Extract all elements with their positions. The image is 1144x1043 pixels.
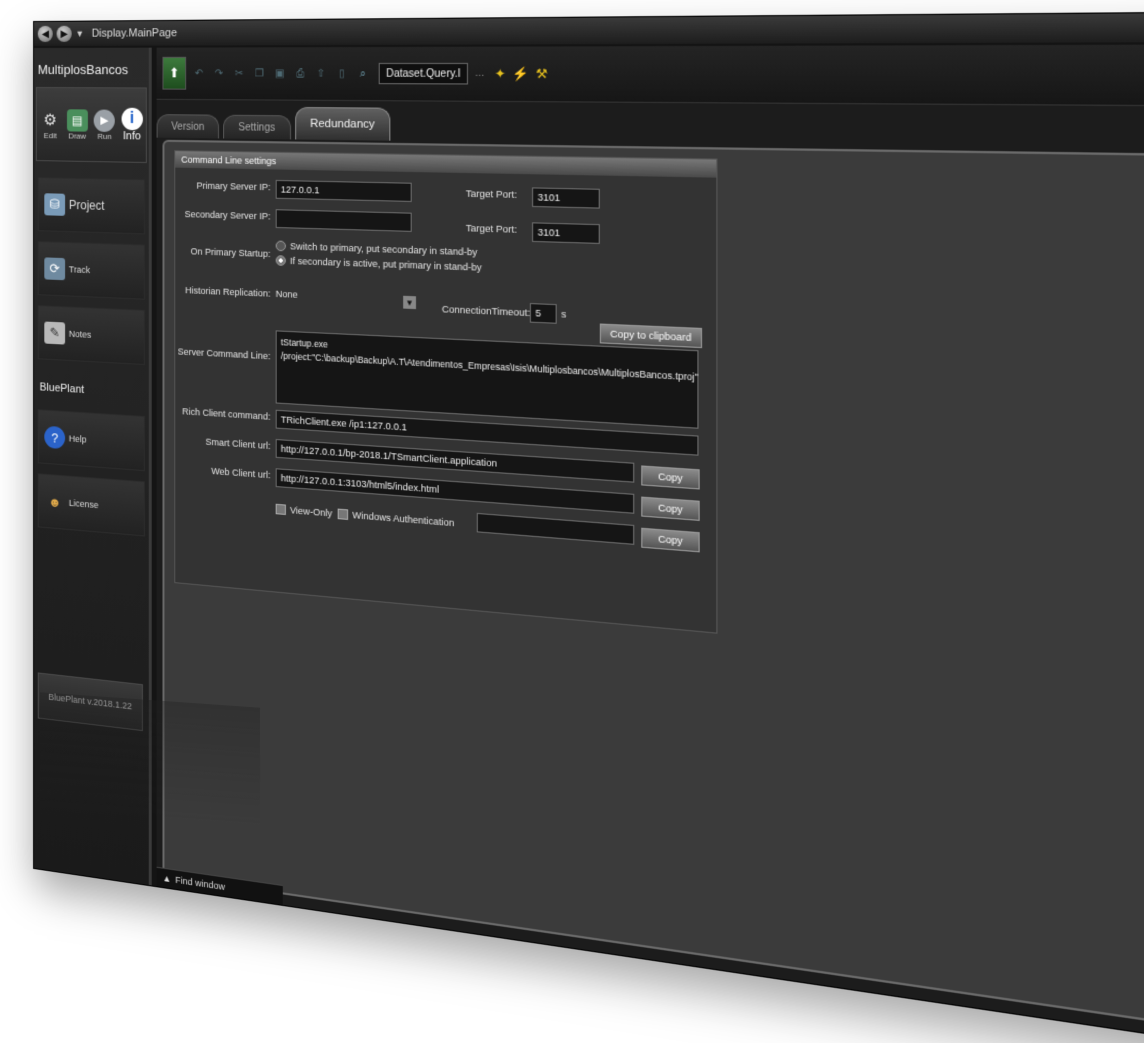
main-toolbar: ⬆ ↶ ↷ ✂ ❐ ▣ ⎙ ⇧ ▯ ⌕ Dataset.Query.I … ✦ … (156, 44, 1144, 107)
panel-header: Command Line settings (175, 151, 717, 178)
help-icon: ? (44, 425, 66, 450)
query-combo[interactable]: Dataset.Query.I (378, 62, 469, 85)
smart-client-label: Smart Client url: (205, 436, 271, 452)
view-only-label: View-Only (290, 504, 333, 519)
page-icon[interactable]: ▯ (335, 66, 350, 81)
bolt-icon[interactable]: ⚡ (512, 66, 529, 81)
target-port-input-2[interactable]: 3101 (532, 222, 600, 244)
run-mode-button[interactable]: ▶ Run (93, 108, 116, 141)
mode-toolbar: ⚙ Edit ▤ Draw ▶ Run i Info (35, 87, 147, 164)
upload-icon[interactable]: ⇧ (314, 66, 329, 81)
track-label: Track (68, 264, 90, 276)
app-window: ◀ ▶ ▼ Display.MainPage MultiplosBancos ⚙… (34, 12, 1144, 1043)
history-dropdown-icon[interactable]: ▼ (76, 29, 84, 39)
screen-stage: ◀ ▶ ▼ Display.MainPage MultiplosBancos ⚙… (0, 0, 1144, 1043)
content-frame: Command Line settings Primary Server IP:… (162, 139, 1144, 1035)
copy-icon[interactable]: ❐ (252, 66, 266, 81)
info-mode-button[interactable]: i Info (121, 107, 143, 143)
window-reflection (40, 692, 260, 828)
print-icon[interactable]: ⎙ (293, 66, 307, 81)
command-line-panel: Command Line settings Primary Server IP:… (174, 150, 718, 634)
info-label: Info (123, 130, 141, 143)
notes-label: Notes (68, 328, 92, 340)
window-title: Display.MainPage (91, 27, 178, 40)
tab-redundancy[interactable]: Redundancy (294, 106, 391, 141)
windows-auth-label: Windows Authentication (352, 509, 455, 529)
tab-settings[interactable]: Settings (223, 114, 291, 140)
gear-icon: ⚙ (43, 111, 57, 129)
draw-label: Draw (68, 130, 87, 141)
license-label: License (68, 497, 99, 511)
help-label: Help (68, 433, 87, 445)
copy-smart-button[interactable]: Copy (641, 465, 700, 490)
target-port-input-1[interactable]: 3101 (532, 187, 600, 209)
sidebar-item-license[interactable]: ☻ License (37, 473, 145, 537)
windows-auth-checkbox[interactable]: Windows Authentication (337, 508, 455, 529)
sidebar-item-project[interactable]: ⛁ Project (37, 177, 145, 235)
timeout-unit: s (561, 308, 567, 320)
windows-auth-check[interactable] (337, 508, 349, 520)
copy-web-button[interactable]: Copy (641, 496, 700, 521)
primary-ip-label: Primary Server IP: (196, 180, 271, 193)
draw-mode-button[interactable]: ▤ Draw (66, 108, 88, 141)
database-icon: ⛁ (44, 193, 66, 216)
target-port-label-1: Target Port: (465, 188, 518, 201)
startup-option-2-label: If secondary is active, put primary in s… (290, 255, 482, 273)
secondary-ip-input[interactable] (275, 209, 412, 232)
target-port-label-2: Target Port: (465, 222, 518, 235)
edit-mode-button[interactable]: ⚙ Edit (40, 109, 61, 140)
timeout-input[interactable]: 5 (529, 303, 557, 324)
wand-icon[interactable]: ✦ (495, 66, 506, 81)
draw-icon: ▤ (66, 108, 88, 132)
view-only-check[interactable] (275, 503, 286, 516)
startup-option-1[interactable]: Switch to primary, put secondary in stan… (275, 240, 478, 258)
find-window-expand-icon: ▲ (162, 872, 172, 885)
redo-icon[interactable]: ↷ (212, 66, 226, 81)
play-icon: ▶ (93, 108, 116, 132)
paste-icon[interactable]: ▣ (273, 66, 287, 81)
main-area: ⬆ ↶ ↷ ✂ ❐ ▣ ⎙ ⇧ ▯ ⌕ Dataset.Query.I … ✦ … (156, 44, 1144, 1043)
run-label: Run (97, 131, 112, 141)
title-bar: ◀ ▶ ▼ Display.MainPage (34, 12, 1144, 47)
track-icon: ⟳ (44, 257, 66, 281)
find-window-label: Find window (175, 874, 225, 893)
undo-icon[interactable]: ↶ (192, 66, 206, 80)
notes-icon: ✎ (44, 321, 66, 345)
tab-version[interactable]: Version (156, 114, 220, 139)
secondary-ip-label: Secondary Server IP: (184, 208, 271, 222)
info-icon: i (121, 107, 143, 131)
home-button[interactable]: ⬆ (162, 56, 187, 90)
sidebar-item-help[interactable]: ? Help (37, 409, 145, 472)
startup-option-2[interactable]: If secondary is active, put primary in s… (275, 255, 482, 273)
windows-auth-input[interactable] (476, 512, 635, 545)
project-label: Project (68, 197, 105, 213)
primary-ip-input[interactable]: 127.0.0.1 (275, 179, 412, 202)
web-client-label: Web Client url: (211, 465, 271, 481)
view-only-checkbox[interactable]: View-Only (275, 503, 333, 519)
search-icon[interactable]: ⌕ (355, 66, 370, 81)
historian-dropdown-icon[interactable]: ▼ (403, 295, 417, 310)
cut-icon[interactable]: ✂ (232, 66, 246, 81)
app-name: MultiplosBancos (37, 61, 129, 78)
radio-secondary-active[interactable] (275, 255, 286, 266)
copy-auth-button[interactable]: Copy (641, 527, 700, 553)
server-cmd-label: Server Command Line: (177, 346, 271, 362)
sidebar-item-track[interactable]: ⟳ Track (37, 241, 145, 300)
startup-label: On Primary Startup: (190, 246, 271, 260)
license-icon: ☻ (48, 493, 62, 510)
copy-to-clipboard-button[interactable]: Copy to clipboard (599, 323, 703, 349)
sidebar-item-notes[interactable]: ✎ Notes (37, 305, 145, 366)
rich-client-label: Rich Client command: (182, 406, 271, 422)
edit-label: Edit (43, 130, 57, 140)
radio-switch-primary[interactable] (275, 240, 286, 252)
combo-dropdown-icon[interactable]: … (475, 67, 488, 80)
blueplant-heading: BluePlant (39, 381, 85, 397)
tab-bar: Version Settings Redundancy (156, 106, 395, 141)
back-icon[interactable]: ◀ (37, 25, 53, 42)
startup-option-1-label: Switch to primary, put secondary in stan… (290, 240, 478, 258)
timeout-label: ConnectionTimeout: (441, 303, 531, 319)
historian-label: Historian Replication: (185, 284, 271, 299)
forward-icon[interactable]: ▶ (56, 25, 72, 42)
tools-icon[interactable]: ⚒ (536, 66, 548, 81)
